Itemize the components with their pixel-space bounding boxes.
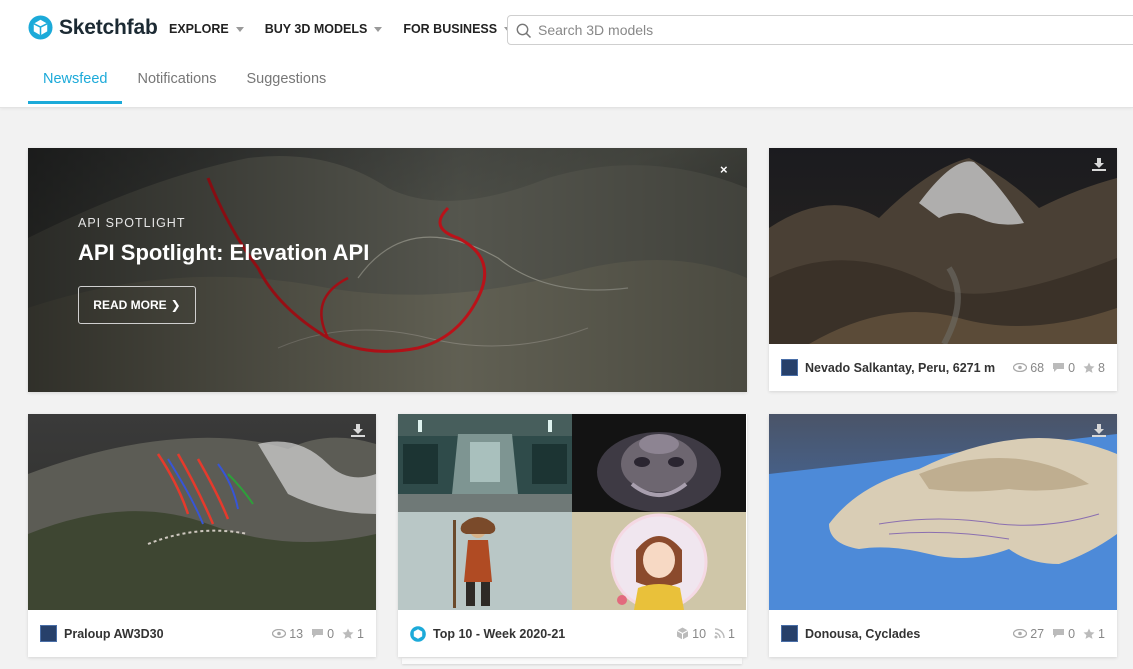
sketchfab-cube-icon	[28, 15, 53, 40]
author-avatar[interactable]	[781, 625, 798, 642]
views-count: 27	[1030, 626, 1045, 641]
nav-for-business[interactable]: FOR BUSINESS	[403, 22, 513, 36]
card-footer: Top 10 - Week 2020-21 10 1	[398, 610, 747, 657]
collection-thumbnail-illustration	[572, 512, 746, 610]
brand-name: Sketchfab	[59, 15, 158, 39]
model-stats: 13 0 1	[264, 627, 364, 641]
views-stat: 27	[1013, 627, 1044, 641]
chevron-down-icon	[235, 26, 244, 32]
top-navigation: EXPLORE BUY 3D MODELS FOR BUSINESS	[169, 22, 533, 36]
sketchfab-logo[interactable]: Sketchfab	[28, 15, 158, 40]
collection-thumbnail-creature	[572, 414, 746, 512]
views-stat: 13	[272, 627, 303, 641]
collection-title[interactable]: Top 10 - Week 2020-21	[433, 627, 565, 641]
search-icon	[516, 23, 532, 39]
download-icon[interactable]	[1092, 158, 1106, 171]
views-count: 13	[289, 626, 304, 641]
views-count: 68	[1030, 360, 1045, 375]
card-footer: Praloup AW3D30 13 0 1	[28, 610, 376, 657]
model-thumbnail	[28, 414, 376, 610]
nav-explore-label: EXPLORE	[169, 22, 229, 36]
comment-icon	[1053, 363, 1065, 372]
tab-newsfeed[interactable]: Newsfeed	[28, 60, 123, 104]
comments-stat: 0	[311, 627, 334, 641]
models-count: 10	[692, 626, 707, 641]
read-more-label: READ MORE	[93, 298, 167, 312]
feed-tabs: Newsfeed Notifications Suggestions	[28, 60, 341, 104]
eye-icon	[1013, 363, 1028, 372]
model-card[interactable]: Praloup AW3D30 13 0 1	[28, 414, 376, 657]
site-header: Sketchfab EXPLORE BUY 3D MODELS FOR BUSI…	[0, 0, 1133, 108]
views-stat: 68	[1013, 361, 1044, 375]
download-icon[interactable]	[1092, 424, 1106, 437]
comments-count: 0	[1068, 360, 1076, 375]
comment-icon	[312, 629, 324, 638]
author-avatar[interactable]	[781, 359, 798, 376]
nav-explore[interactable]: EXPLORE	[169, 22, 244, 36]
search-input[interactable]	[538, 20, 1118, 40]
api-spotlight-banner[interactable]: API SPOTLIGHT API Spotlight: Elevation A…	[28, 148, 747, 392]
tab-notifications[interactable]: Notifications	[122, 60, 231, 104]
model-stats: 68 0 8	[1005, 361, 1105, 375]
collection-stats: 10 1	[668, 627, 735, 641]
likes-count: 1	[357, 626, 364, 641]
tab-suggestions[interactable]: Suggestions	[231, 60, 341, 104]
models-stat: 10	[676, 627, 706, 641]
likes-stat: 1	[342, 627, 364, 641]
nav-buy-3d-models[interactable]: BUY 3D MODELS	[265, 22, 383, 36]
collection-thumbnail-subway	[398, 414, 572, 512]
nav-business-label: FOR BUSINESS	[403, 22, 498, 36]
sketchfab-cube-icon[interactable]	[410, 625, 426, 642]
card-footer: Nevado Salkantay, Peru, 6271 m 68 0 8	[769, 344, 1117, 391]
banner-title: API Spotlight: Elevation API	[78, 240, 370, 265]
nav-buy-label: BUY 3D MODELS	[264, 22, 368, 36]
followers-count: 1	[728, 626, 735, 641]
comment-icon	[1053, 629, 1065, 638]
model-card[interactable]: Nevado Salkantay, Peru, 6271 m 68 0 8	[769, 148, 1117, 391]
likes-stat: 8	[1083, 361, 1105, 375]
banner-eyebrow: API SPOTLIGHT	[78, 216, 186, 230]
chevron-right-icon: ❯	[170, 298, 181, 312]
star-icon	[1083, 362, 1095, 373]
model-thumbnail	[769, 414, 1117, 610]
comments-stat: 0	[1052, 627, 1075, 641]
followers-stat: 1	[714, 627, 735, 641]
cube-icon	[676, 627, 689, 640]
likes-stat: 1	[1083, 627, 1105, 641]
download-icon[interactable]	[351, 424, 365, 437]
comments-stat: 0	[1052, 361, 1075, 375]
model-card[interactable]: Donousa, Cyclades 27 0 1	[769, 414, 1117, 657]
card-footer: Donousa, Cyclades 27 0 1	[769, 610, 1117, 657]
terrain-banner-image	[28, 148, 747, 392]
search-bar[interactable]	[507, 15, 1133, 45]
eye-icon	[272, 629, 287, 638]
model-thumbnail	[769, 148, 1117, 344]
model-title[interactable]: Donousa, Cyclades	[805, 627, 920, 641]
comments-count: 0	[327, 626, 335, 641]
likes-count: 8	[1098, 360, 1105, 375]
likes-count: 1	[1098, 626, 1105, 641]
rss-icon	[714, 628, 725, 639]
comments-count: 0	[1068, 626, 1076, 641]
read-more-button[interactable]: READ MORE ❯	[78, 286, 196, 324]
model-stats: 27 0 1	[1005, 627, 1105, 641]
collection-stack-edge	[402, 658, 742, 664]
star-icon	[342, 628, 354, 639]
model-title[interactable]: Nevado Salkantay, Peru, 6271 m	[805, 361, 995, 375]
collection-thumbnail-character	[398, 512, 572, 610]
model-title[interactable]: Praloup AW3D30	[64, 627, 164, 641]
eye-icon	[1013, 629, 1028, 638]
chevron-down-icon	[374, 26, 383, 32]
author-avatar[interactable]	[40, 625, 57, 642]
close-icon[interactable]: ×	[720, 162, 728, 177]
star-icon	[1083, 628, 1095, 639]
collection-card[interactable]: Top 10 - Week 2020-21 10 1	[398, 414, 747, 657]
